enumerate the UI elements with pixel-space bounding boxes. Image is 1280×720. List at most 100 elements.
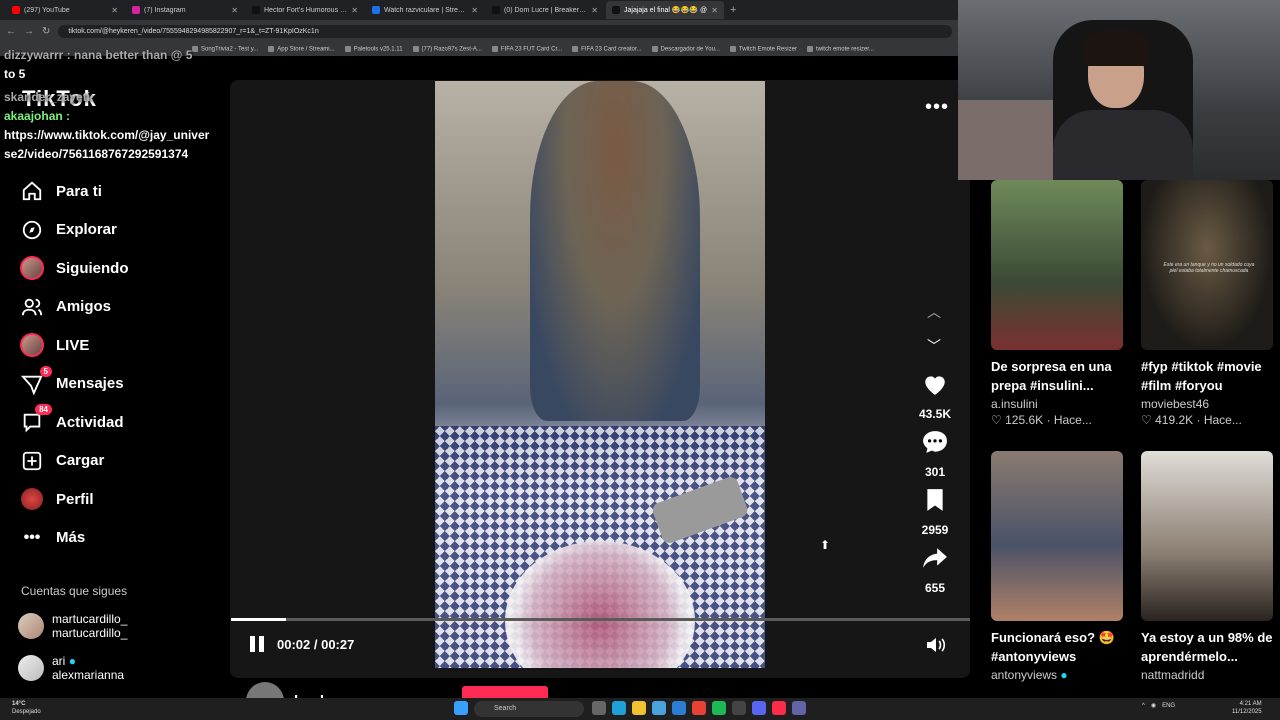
friends-icon — [20, 295, 44, 319]
bookmark-item[interactable]: FIFA 23 FUT Card Cr... — [492, 46, 562, 52]
compass-icon — [20, 218, 44, 242]
following-name: ari — [52, 654, 66, 668]
url-field[interactable]: tiktok.com/@heykeren_/video/755594829498… — [58, 24, 952, 38]
windows-start-icon[interactable] — [454, 701, 468, 715]
share-button[interactable]: 655 — [905, 546, 965, 595]
chevron-up-icon[interactable]: ︿ — [927, 302, 941, 322]
close-icon[interactable]: ✕ — [351, 6, 358, 15]
home-icon — [20, 179, 44, 203]
new-tab-icon[interactable]: + — [730, 4, 736, 16]
sidebar-item-cargar[interactable]: Cargar — [20, 442, 129, 481]
bookmark-item[interactable]: Paletools v25.1.11 — [345, 46, 403, 52]
weather-widget[interactable]: 14°C Despejado — [12, 700, 41, 716]
chat-user: skander_zayeti: — [4, 90, 95, 104]
obs-icon[interactable] — [732, 701, 746, 715]
forward-icon[interactable]: → — [24, 26, 34, 37]
following-item[interactable]: ari ● alexmarianna — [18, 654, 124, 682]
back-icon[interactable]: ← — [6, 26, 16, 37]
explorer-icon[interactable] — [632, 701, 646, 715]
browser-tab[interactable]: Jajajaja el final 😂😂😂 @ ✕ — [606, 1, 724, 19]
sidebar-item-actividad[interactable]: 84 Actividad — [20, 403, 129, 442]
following-handle: martucardillo_ — [52, 626, 128, 640]
sidebar-item-siguiendo[interactable]: Siguiendo — [20, 249, 129, 288]
sidebar-item-label: Siguiendo — [56, 259, 129, 277]
store-icon[interactable] — [672, 701, 686, 715]
bookmark-item[interactable]: Descargador de You... — [652, 46, 720, 52]
activity-icon: 84 — [20, 404, 52, 434]
video-frame[interactable] — [435, 81, 765, 668]
favicon-icon — [612, 6, 620, 14]
video-progress-bar[interactable] — [231, 618, 970, 621]
bookmark-item[interactable]: Twitch Emote Resizer — [730, 46, 797, 52]
browser-tab[interactable]: (7) Instagram ✕ — [126, 1, 244, 19]
comment-button[interactable]: 301 — [905, 430, 965, 479]
edge-icon[interactable] — [612, 701, 626, 715]
close-icon[interactable]: ✕ — [591, 6, 598, 15]
pause-button[interactable] — [250, 636, 268, 654]
card-caption: De sorpresa en una prepa #insulini... — [991, 359, 1112, 393]
card-caption: Ya estoy a un 98% de aprendérmelo... — [1141, 630, 1273, 664]
sidebar-item-perfil[interactable]: Perfil — [20, 480, 129, 519]
more-options-icon[interactable]: ••• — [925, 96, 949, 119]
chevron-up-icon[interactable]: ^ — [1142, 703, 1145, 709]
music-icon[interactable] — [772, 701, 786, 715]
favicon-icon — [252, 6, 260, 14]
sidebar-item-para-ti[interactable]: Para ti — [20, 172, 129, 211]
volume-icon[interactable] — [925, 636, 947, 659]
video-subject — [530, 81, 700, 421]
browser-tab[interactable]: Watch razviculare | Streamable✕ — [366, 1, 484, 19]
like-button[interactable]: 43.5K — [905, 372, 965, 421]
close-icon[interactable]: ✕ — [471, 6, 478, 15]
chat-line: to 5 — [4, 67, 26, 81]
bookmark-icon — [927, 489, 943, 511]
close-icon[interactable]: ✕ — [231, 6, 238, 15]
following-item[interactable]: martucardillo_ martucardillo_ — [18, 612, 127, 640]
clock[interactable]: 4:21 AM 11/12/2025 — [1232, 700, 1262, 716]
recommendation-card[interactable]: Este era un tanque y no un soldado cuya … — [1141, 180, 1273, 427]
taskbar-search[interactable]: Search — [474, 701, 584, 717]
sidebar-item-label: Cargar — [56, 452, 105, 470]
sidebar-item-mensajes[interactable]: 5 Mensajes — [20, 365, 129, 404]
bookmark-item[interactable]: twitch emote resizer... — [807, 46, 874, 52]
video-thumbnail — [1141, 451, 1273, 621]
recommendation-card[interactable]: De sorpresa en una prepa #insulini... a.… — [991, 180, 1123, 427]
card-author: moviebest46 — [1141, 397, 1210, 411]
recommendation-card[interactable]: Funcionará eso? 🤩 #antonyviews antonyvie… — [991, 451, 1123, 682]
bookmark-item[interactable]: FIFA 23 Card creator... — [572, 46, 641, 52]
teams-icon[interactable] — [792, 701, 806, 715]
bookmark-item[interactable]: (77) Razo97s Zest-A... — [413, 46, 482, 52]
task-view-icon[interactable] — [592, 701, 606, 715]
sidebar-item-amigos[interactable]: Amigos — [20, 288, 129, 327]
sidebar-item-más[interactable]: ••• Más — [20, 519, 129, 558]
browser-tab[interactable]: (297) YouTube ✕ — [6, 1, 124, 19]
close-icon[interactable]: ✕ — [111, 6, 118, 15]
sidebar-item-label: Explorar — [56, 221, 117, 239]
bookmark-item[interactable]: App Store / Streami... — [268, 46, 334, 52]
photos-icon[interactable] — [652, 701, 666, 715]
following-avatar-icon — [20, 256, 44, 281]
save-button[interactable]: 2959 — [905, 488, 965, 537]
system-tray: ^ ◉ ENG — [1142, 702, 1175, 710]
sidebar-item-explorar[interactable]: Explorar — [20, 211, 129, 250]
spotify-icon[interactable] — [712, 701, 726, 715]
save-count: 2959 — [921, 523, 949, 537]
browser-tab[interactable]: (0) Dom Lucre | Breaker of Na ✕ — [486, 1, 604, 19]
sidebar-item-label: Perfil — [56, 490, 94, 508]
browser-tab[interactable]: Hector Fort's Humorous Mome ✕ — [246, 1, 364, 19]
discord-icon[interactable] — [752, 701, 766, 715]
favicon-icon — [12, 6, 20, 14]
close-icon[interactable]: ✕ — [711, 6, 718, 15]
language-indicator[interactable]: ENG — [1162, 703, 1175, 709]
sidebar-item-live[interactable]: LIVE — [20, 326, 129, 365]
reload-icon[interactable]: ↻ — [42, 26, 50, 37]
nav-list: Para ti Explorar Siguiendo Amigos LIVE 5 Mensa… — [20, 172, 129, 557]
following-handle: alexmarianna — [52, 668, 125, 682]
heart-outline-icon: ♡ — [1141, 413, 1152, 427]
recommendation-card[interactable]: Ya estoy a un 98% de aprendérmelo... nat… — [1141, 451, 1273, 682]
follow-button[interactable] — [462, 686, 548, 698]
chevron-down-icon[interactable]: ﹀ — [927, 336, 941, 356]
chrome-icon[interactable] — [692, 701, 706, 715]
profile-icon — [20, 487, 44, 511]
network-icon[interactable]: ◉ — [1151, 702, 1156, 709]
view-count: 125.6K — [1005, 413, 1044, 427]
